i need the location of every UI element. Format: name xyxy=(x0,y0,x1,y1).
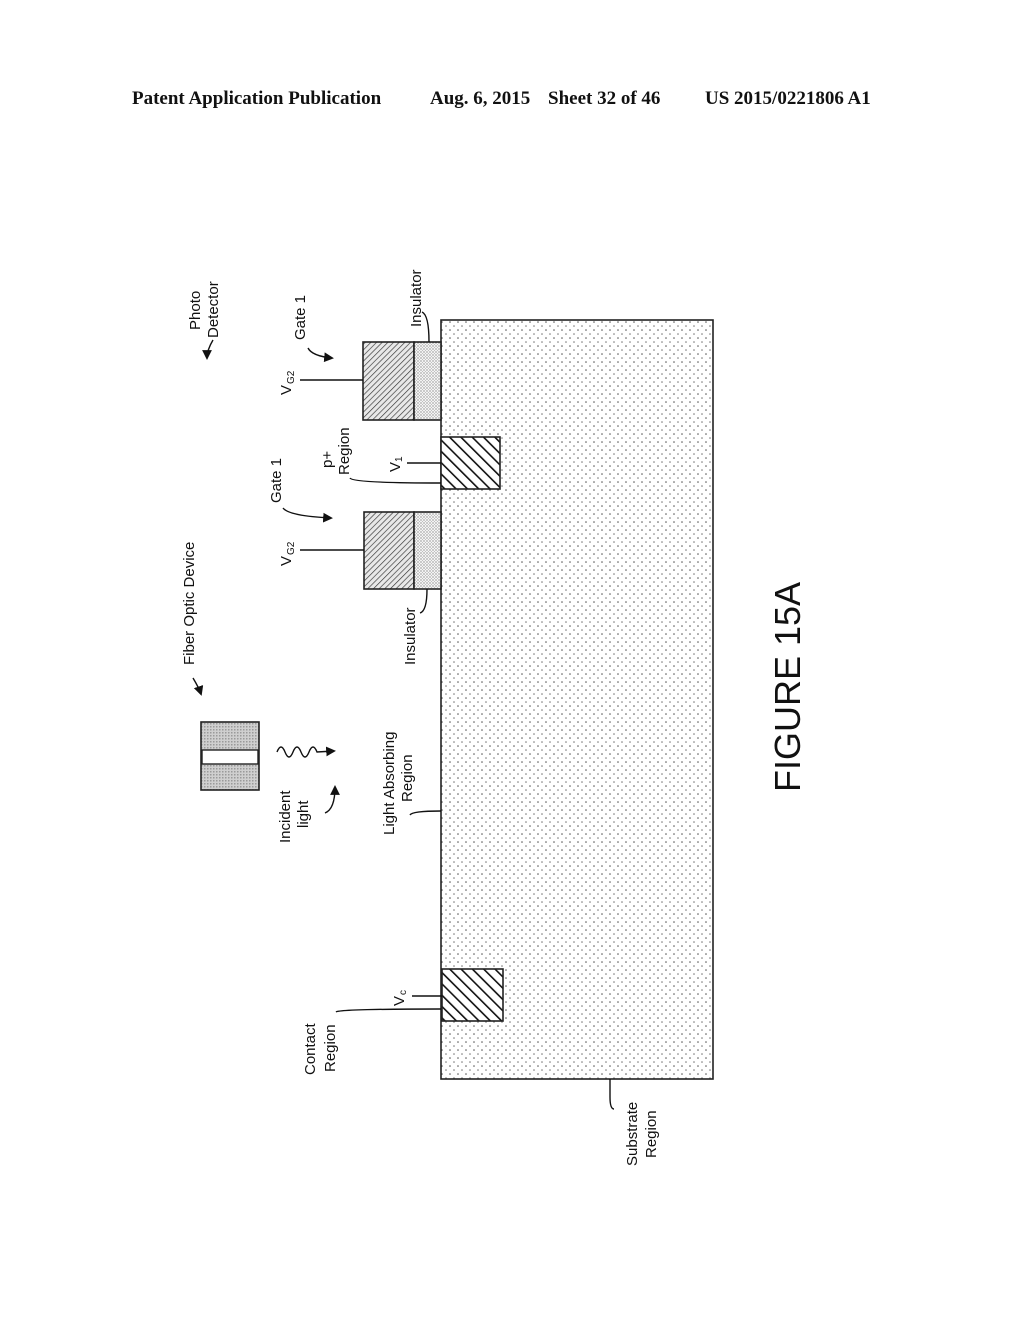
label-photo-detector: Photo Detector xyxy=(187,281,222,338)
label-contact-region: Contact Region xyxy=(302,1022,339,1075)
svg-text:c: c xyxy=(398,990,409,995)
svg-text:G2: G2 xyxy=(286,370,297,384)
label-insulator-top: Insulator xyxy=(408,269,425,327)
svg-text:Region: Region xyxy=(322,1024,339,1072)
label-gate1-bottom: Gate 1 xyxy=(268,458,285,503)
photo-detector-arrow xyxy=(202,339,214,360)
svg-text:Photo: Photo xyxy=(187,291,204,330)
svg-text:Region: Region xyxy=(643,1110,660,1158)
svg-text:G2: G2 xyxy=(286,541,297,555)
fiber-optic-device xyxy=(200,721,260,791)
svg-text:V: V xyxy=(278,385,295,395)
svg-text:Region: Region xyxy=(399,754,416,802)
svg-text:Detector: Detector xyxy=(205,281,222,338)
light-absorbing-leader xyxy=(409,810,442,816)
figure-title: FIGURE 15A xyxy=(767,582,808,792)
label-insulator-bottom: Insulator xyxy=(402,607,419,665)
insulator-bottom-leader xyxy=(419,588,428,614)
gate-stack-bottom xyxy=(300,511,442,590)
insulator-layer-bottom xyxy=(413,511,442,590)
fiber-optic-arrow xyxy=(192,677,204,696)
label-incident-light: Incident light xyxy=(277,790,312,843)
svg-text:Region: Region xyxy=(336,427,353,475)
label-substrate-region: Substrate Region xyxy=(624,1102,660,1166)
label-light-absorbing-region: Light Absorbing Region xyxy=(381,732,416,835)
label-v1: V 1 xyxy=(387,456,405,472)
label-gate1-top: Gate 1 xyxy=(292,295,309,340)
svg-text:V: V xyxy=(387,462,404,472)
svg-text:V: V xyxy=(391,996,408,1006)
label-vg2-bottom: V G2 xyxy=(278,541,297,566)
p-region-leader xyxy=(349,477,442,484)
contact-region xyxy=(441,968,504,1022)
label-vg2-top: V G2 xyxy=(278,370,297,395)
gate1-bottom-arrow xyxy=(282,507,333,523)
label-vc: V c xyxy=(391,990,409,1006)
gate-stack-top xyxy=(300,341,442,421)
p-plus-region xyxy=(440,436,501,490)
label-fiber-optic-device: Fiber Optic Device xyxy=(181,542,198,665)
figure-drawing: Photo Detector Gate 1 Insulator V G2 p+ … xyxy=(181,269,808,1166)
svg-text:light: light xyxy=(295,800,312,828)
label-p-plus-region: p+ Region xyxy=(319,427,353,475)
incident-light-arrow xyxy=(324,785,340,814)
gate-electrode-top xyxy=(362,341,415,421)
gate-electrode-bottom xyxy=(363,511,415,590)
incident-light-wave xyxy=(276,746,336,758)
substrate-region-leader xyxy=(609,1079,615,1110)
svg-text:Incident: Incident xyxy=(277,790,294,843)
insulator-layer-top xyxy=(413,341,442,421)
contact-region-leader xyxy=(335,1008,442,1013)
substrate-region xyxy=(440,319,714,1080)
svg-text:Light Absorbing: Light Absorbing xyxy=(381,732,398,835)
svg-text:1: 1 xyxy=(394,456,405,462)
svg-text:V: V xyxy=(278,556,295,566)
svg-text:p+: p+ xyxy=(319,451,336,468)
svg-text:Substrate: Substrate xyxy=(624,1102,641,1166)
gate1-top-arrow xyxy=(307,347,334,363)
svg-text:Contact: Contact xyxy=(302,1022,319,1075)
